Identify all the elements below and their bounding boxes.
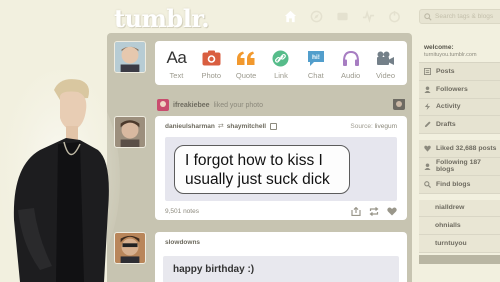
sidebar-footer [419,254,500,264]
sidebar-following[interactable]: Following 187 blogs [419,157,500,176]
welcome-block: welcome: turnituyou.tumblr.com [419,41,500,63]
link-icon [272,50,289,66]
reblog-arrows-icon: ⇄ [217,123,224,130]
right-sidebar: welcome: turnituyou.tumblr.com Posts Fol… [419,41,500,264]
sidebar-liked-posts[interactable]: Liked 32,688 posts [419,140,500,158]
search-box[interactable] [419,9,500,24]
quote-post: danieulsharman ⇄ shaymitchell Source: li… [155,116,407,220]
background-person-image [0,70,120,282]
post-header: danieulsharman ⇄ shaymitchell Source: li… [155,116,407,130]
sidebar-item-followers[interactable]: Followers [419,80,500,99]
like-heart-icon[interactable] [387,207,397,216]
sidebar-item-activity[interactable]: Activity [419,98,500,117]
quote-post-button[interactable]: Quote [231,49,261,80]
drafts-icon [424,121,431,128]
post-body-text: happy birthday :) [163,256,399,282]
notification-avatar[interactable] [157,99,169,111]
audio-post-label: Audio [341,71,361,80]
quote-post-label: Quote [235,71,257,80]
photo-icon [202,50,221,66]
explore-icon[interactable] [309,9,323,23]
source-label: Source: [350,122,373,130]
photo-post-label: Photo [201,71,222,80]
search-icon [424,12,432,21]
quote-icon [237,51,255,65]
reblog-icon[interactable] [369,207,379,216]
link-post-button[interactable]: Link [266,49,296,80]
sidebar-item-label: Drafts [436,121,456,129]
sidebar-item-posts[interactable]: Posts [419,63,500,81]
tumblr-logo[interactable]: tumblr. [114,4,210,33]
video-post-button[interactable]: Video [370,49,400,80]
audio-post-button[interactable]: Audio [336,49,366,80]
find-icon [424,180,431,188]
reblogged-from-name[interactable]: shaymitchell [227,123,266,130]
sidebar-item-label: Liked 32,688 posts [436,145,497,153]
chat-icon: hi! [307,50,324,66]
blog-name: turntuyou [435,240,467,248]
sidebar-item-label: Following 187 blogs [436,159,481,174]
user-icon [424,163,431,170]
notification-text: liked your photo [213,101,264,109]
share-icon[interactable] [351,207,361,216]
search-input[interactable] [435,13,500,20]
blog-item[interactable]: nialldrew [419,199,500,218]
text-post-label: Text [169,71,184,80]
quote-speech-bubble: I forgot how to kiss I usually just suck… [174,145,350,194]
followers-icon [424,86,431,93]
posts-icon [424,67,431,75]
post-blog-name[interactable]: danieulsharman [165,123,215,130]
sidebar-item-label: Activity [436,103,461,111]
activity-notification: ifreakiebee liked your photo [155,97,407,113]
link-post-label: Link [274,71,288,80]
notes-count[interactable]: 9,501 notes [165,208,199,215]
user-avatar[interactable] [114,41,146,73]
top-nav [283,9,401,23]
audio-icon [342,50,359,66]
blog-name: ohnialls [435,222,461,230]
sidebar-item-label: Followers [436,85,468,93]
text-icon: Aa [166,48,187,67]
heart-icon [424,145,431,152]
sidebar-item-label: Posts [436,67,455,75]
text-post-button[interactable]: Aa Text [161,48,191,80]
notification-photo-thumbnail[interactable] [393,98,405,110]
notification-user[interactable]: ifreakiebee [173,102,210,109]
messages-icon[interactable] [335,9,349,23]
activity-icon[interactable] [361,9,375,23]
blog-list: nialldrew ohnialls turntuyou [419,199,500,253]
post-source: Source: livegum [350,123,397,130]
sidebar-find-blogs[interactable]: Find blogs [419,175,500,194]
source-link[interactable]: livegum [375,123,397,130]
sidebar-item-label: Find blogs [436,180,471,188]
blog-name: nialldrew [435,204,465,212]
post-type-bar: Aa Text Photo Quote Link hi! Chat Audio [155,41,407,85]
home-icon[interactable] [283,9,297,23]
chat-post-button[interactable]: hi! Chat [301,49,331,80]
text-post: slowdowns happy birthday :) [155,232,407,282]
blog-item[interactable]: ohnialls [419,217,500,236]
blog-item[interactable]: turntuyou [419,235,500,253]
post-footer: 9,501 notes [155,201,407,216]
activity-icon [424,103,431,111]
welcome-label: welcome: [424,44,454,51]
post-author-avatar[interactable] [114,232,146,264]
chat-post-label: Chat [307,71,324,80]
account-icon[interactable] [387,9,401,23]
video-icon [376,51,394,65]
post-blog-name[interactable]: slowdowns [165,239,200,246]
video-post-label: Video [375,71,395,80]
sidebar-item-drafts[interactable]: Drafts [419,116,500,135]
follow-icon[interactable] [270,122,278,130]
post-header: slowdowns [155,232,407,246]
post-image[interactable]: I forgot how to kiss I usually just suck… [165,137,397,201]
svg-text:hi!: hi! [312,54,320,61]
post-author-avatar[interactable] [114,116,146,148]
photo-post-button[interactable]: Photo [196,49,226,80]
blog-url[interactable]: turnituyou.tumblr.com [424,52,495,58]
